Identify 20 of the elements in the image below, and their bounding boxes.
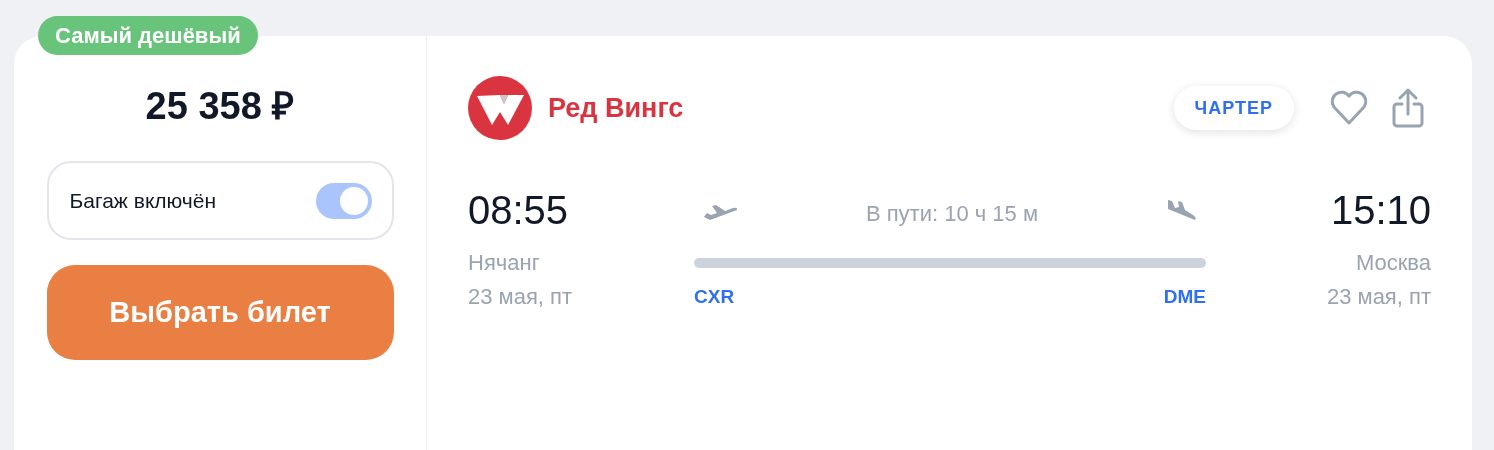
departure-date: 23 мая, пт [468, 283, 574, 311]
arrival-time: 15:10 [1330, 187, 1431, 234]
arrival-city: Москва [1355, 249, 1431, 277]
arrival-airport-code: DME [1163, 285, 1206, 309]
charter-tag: ЧАРТЕР [1173, 86, 1294, 130]
departure-airport-code: CXR [694, 285, 735, 309]
heart-icon[interactable] [1330, 90, 1368, 126]
baggage-toggle[interactable] [315, 182, 372, 219]
flight-duration: В пути: 10 ч 15 м [865, 199, 1039, 228]
departure-city: Нячанг [468, 249, 541, 277]
cheapest-badge: Самый дешёвый [38, 16, 258, 55]
airline-name: Ред Вингс [548, 91, 684, 125]
departure-time: 08:55 [468, 187, 570, 234]
baggage-label: Багаж включён [69, 187, 217, 214]
takeoff-plane-icon [702, 204, 738, 222]
price: 25 358 ₽ [145, 84, 295, 129]
airline-logo [468, 76, 532, 140]
select-ticket-button[interactable]: Выбрать билет [46, 265, 394, 360]
share-icon[interactable] [1392, 88, 1424, 128]
arrival-date: 23 мая, пт [1326, 283, 1431, 311]
